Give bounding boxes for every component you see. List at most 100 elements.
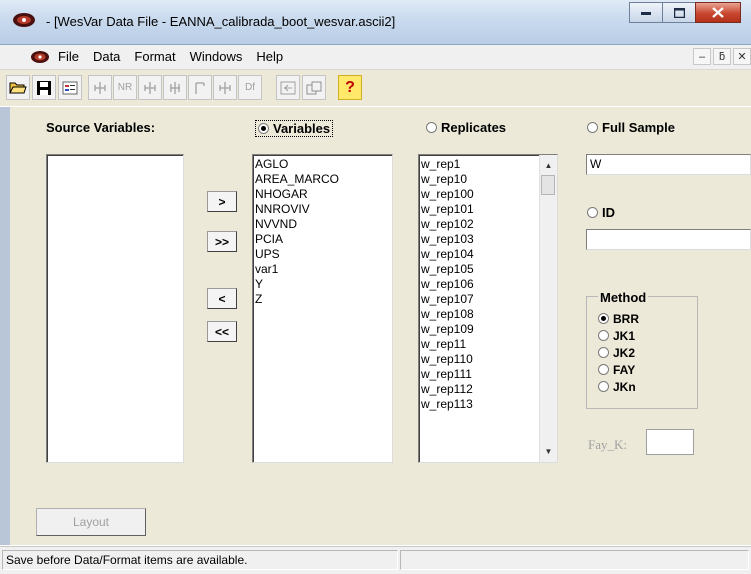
mdi-background [0, 107, 10, 545]
move-right-button[interactable]: > [207, 191, 237, 212]
document-close-button[interactable]: ✕ [733, 48, 751, 65]
minimize-icon [641, 11, 651, 15]
radio-unselected-icon [598, 364, 609, 375]
method-jkn-radio[interactable]: JKn [598, 380, 636, 394]
document-restore-button[interactable]: ƃ [713, 48, 731, 65]
id-field[interactable] [586, 229, 751, 250]
replicate-item[interactable]: w_rep107 [419, 292, 539, 307]
menu-data[interactable]: Data [93, 49, 120, 64]
properties-button[interactable] [58, 75, 82, 100]
transform-button-5[interactable] [213, 75, 237, 100]
method-option-label: FAY [613, 363, 636, 377]
replicate-item[interactable]: w_rep109 [419, 322, 539, 337]
df-button[interactable]: Df [238, 75, 262, 100]
scroll-down-arrow-icon[interactable]: ▼ [540, 443, 557, 460]
menu-file[interactable]: File [58, 49, 79, 64]
method-jk2-radio[interactable]: JK2 [598, 346, 635, 360]
save-button[interactable] [32, 75, 56, 100]
open-button[interactable] [6, 75, 30, 100]
menu-windows[interactable]: Windows [190, 49, 243, 64]
method-option-label: BRR [613, 312, 639, 326]
close-button[interactable] [695, 2, 741, 23]
maximize-icon [673, 7, 685, 18]
window-arrange-button[interactable] [302, 75, 326, 100]
minimize-button[interactable] [629, 2, 663, 23]
replicate-item[interactable]: w_rep113 [419, 397, 539, 412]
full-sample-radio-label: Full Sample [602, 120, 675, 135]
replicate-item[interactable]: w_rep1 [419, 157, 539, 172]
radio-selected-icon [598, 313, 609, 324]
menu-help[interactable]: Help [256, 49, 283, 64]
radio-unselected-icon [598, 347, 609, 358]
properties-icon [62, 81, 78, 94]
menu-format[interactable]: Format [134, 49, 175, 64]
transform-button-4[interactable] [188, 75, 212, 100]
replicate-item[interactable]: w_rep112 [419, 382, 539, 397]
help-button[interactable]: ? [338, 75, 362, 100]
replicate-item[interactable]: w_rep101 [419, 202, 539, 217]
fay-k-field[interactable] [646, 429, 694, 455]
transform-icon [170, 81, 180, 94]
replicates-scrollbar[interactable]: ▲ ▼ [539, 155, 557, 462]
window-controls [629, 2, 741, 24]
variable-item[interactable]: UPS [253, 247, 392, 262]
scroll-up-arrow-icon[interactable]: ▲ [540, 157, 557, 174]
variable-item[interactable]: NHOGAR [253, 187, 392, 202]
replicate-item[interactable]: w_rep10 [419, 172, 539, 187]
layout-button[interactable]: Layout [36, 508, 146, 536]
replicate-item[interactable]: w_rep108 [419, 307, 539, 322]
toolbar: NR Df ? [0, 70, 751, 106]
radio-unselected-icon [598, 381, 609, 392]
replicate-item[interactable]: w_rep100 [419, 187, 539, 202]
method-jk1-radio[interactable]: JK1 [598, 329, 635, 343]
document-minimize-button[interactable]: – [693, 48, 711, 65]
variable-item[interactable]: NNROVIV [253, 202, 392, 217]
variables-list[interactable]: AGLO AREA_MARCO NHOGAR NNROVIV NVVND PCI… [252, 154, 393, 463]
method-option-label: JK2 [613, 346, 636, 360]
transform-button-2[interactable] [138, 75, 162, 100]
scroll-thumb[interactable] [541, 175, 555, 195]
replicate-item[interactable]: w_rep111 [419, 367, 539, 382]
maximize-button[interactable] [662, 2, 696, 23]
variable-item[interactable]: PCIA [253, 232, 392, 247]
transform-button-3[interactable] [163, 75, 187, 100]
formula-button[interactable] [276, 75, 300, 100]
replicate-item[interactable]: w_rep103 [419, 232, 539, 247]
variable-item[interactable]: AREA_MARCO [253, 172, 392, 187]
variables-radio[interactable]: Variables [255, 120, 334, 137]
replicate-item[interactable]: w_rep11 [419, 337, 539, 352]
method-fay-radio[interactable]: FAY [598, 363, 635, 377]
replicate-item[interactable]: w_rep105 [419, 262, 539, 277]
replicates-radio[interactable]: Replicates [426, 120, 506, 135]
id-radio[interactable]: ID [587, 205, 615, 220]
variable-item[interactable]: var1 [253, 262, 392, 277]
title-bar: - [WesVar Data File - EANNA_calibrada_bo… [0, 0, 751, 45]
method-brr-radio[interactable]: BRR [598, 312, 639, 326]
variable-item[interactable]: NVVND [253, 217, 392, 232]
move-left-button[interactable]: < [207, 288, 237, 309]
nr-button[interactable]: NR [113, 75, 137, 100]
status-bar: Save before Data/Format items are availa… [0, 546, 751, 574]
replicate-item[interactable]: w_rep110 [419, 352, 539, 367]
move-all-right-button[interactable]: >> [207, 231, 237, 252]
source-variables-list[interactable] [46, 154, 184, 463]
move-all-left-button[interactable]: << [207, 321, 237, 342]
source-variables-label: Source Variables: [46, 120, 156, 135]
replicates-list[interactable]: w_rep1 w_rep10 w_rep100 w_rep101 w_rep10… [418, 154, 558, 463]
variables-radio-label: Variables [273, 121, 331, 136]
transform-icon [94, 81, 106, 94]
replicate-item[interactable]: w_rep106 [419, 277, 539, 292]
document-app-icon[interactable] [30, 50, 50, 64]
radio-unselected-icon [587, 207, 598, 218]
variable-item[interactable]: Y [253, 277, 392, 292]
fay-k-label: Fay_K: [588, 437, 627, 452]
variable-item[interactable]: Z [253, 292, 392, 307]
full-sample-radio[interactable]: Full Sample [587, 120, 675, 135]
id-radio-label: ID [602, 205, 615, 220]
full-sample-field[interactable]: W [586, 154, 751, 175]
variable-item[interactable]: AGLO [253, 157, 392, 172]
replicate-item[interactable]: w_rep104 [419, 247, 539, 262]
wesvar-app-icon[interactable] [12, 12, 36, 28]
replicate-item[interactable]: w_rep102 [419, 217, 539, 232]
transform-button-1[interactable] [88, 75, 112, 100]
